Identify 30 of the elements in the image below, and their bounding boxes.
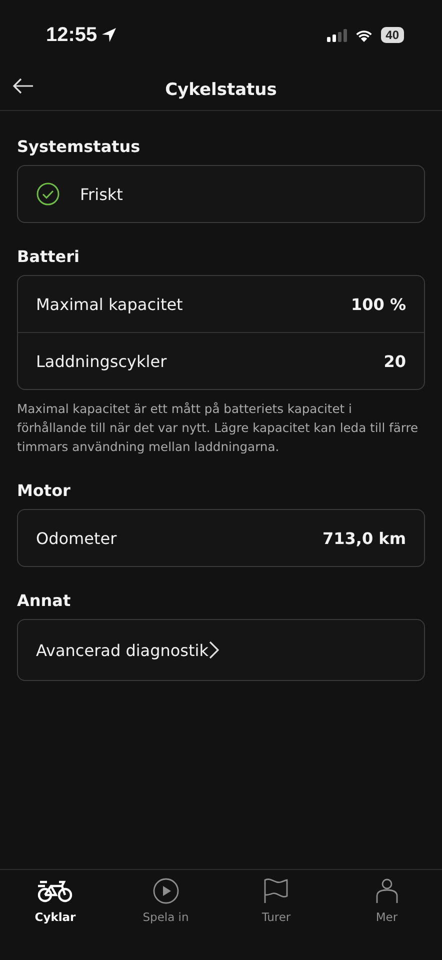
chevron-right-icon	[208, 641, 218, 659]
signal-icon	[326, 28, 347, 42]
row-value: 713,0 km	[322, 528, 406, 548]
back-arrow-icon[interactable]	[12, 78, 34, 94]
tab[interactable]: Spela in	[110, 878, 221, 960]
row-value: 20	[384, 352, 406, 370]
flag-icon	[263, 878, 290, 904]
tab[interactable]: Turer	[221, 878, 332, 960]
person-icon	[376, 878, 398, 904]
wifi-icon	[354, 28, 373, 42]
tab[interactable]: Mer	[332, 878, 442, 960]
play-icon	[152, 878, 179, 904]
screen-title: Cykelstatus	[165, 80, 277, 100]
row-label: Maximal kapacitet	[36, 294, 183, 314]
battery-indicator: 40	[380, 27, 404, 43]
check-circle-icon	[36, 182, 60, 206]
row-label: Odometer	[36, 528, 117, 548]
row-label: Laddningscykler	[36, 352, 167, 370]
bicycle-icon	[37, 878, 74, 904]
section-heading: Motor	[17, 481, 72, 500]
section-heading: Annat	[17, 591, 72, 610]
clock: 12:55	[46, 24, 98, 46]
section-heading: Systemstatus	[17, 137, 142, 156]
list-item[interactable]: Avancerad diagnostik	[18, 620, 424, 680]
row-value: 100 %	[351, 294, 406, 314]
row-label: Friskt	[80, 184, 123, 204]
tab[interactable]: Cyklar	[0, 878, 110, 960]
location-arrow-icon	[101, 27, 118, 43]
section-heading: Batteri	[17, 247, 81, 266]
battery-note: Maximal kapacitet är ett mått på batteriets kapacitet i förhållande till när det var nytt. Lägre kapacitet kan leda till färre timmars användning mellan laddningarna.	[17, 401, 420, 456]
